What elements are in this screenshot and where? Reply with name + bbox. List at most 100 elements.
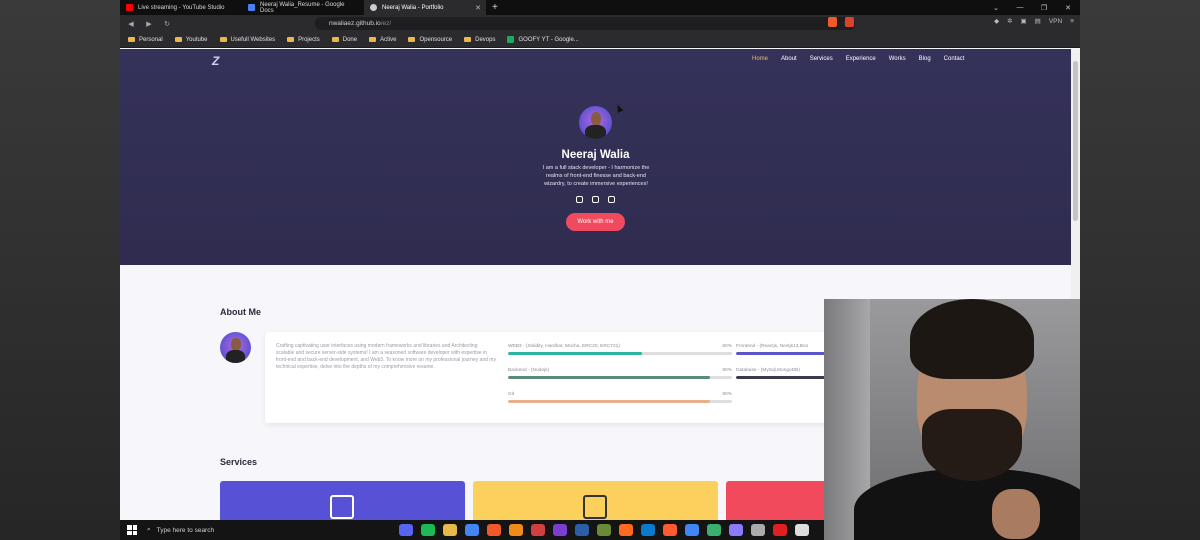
brave-shields-icon[interactable] <box>828 17 837 27</box>
app-icon[interactable] <box>531 524 545 536</box>
about-avatar <box>220 332 251 363</box>
url-field[interactable]: nwaliaez.github.io/ez/ ⇪ <box>315 17 855 30</box>
nav-about[interactable]: About <box>781 56 797 62</box>
bookmark-opensource[interactable]: Opensource <box>408 37 452 43</box>
folder-icon <box>174 37 182 42</box>
window-controls: ⌄ — ❐ ✕ <box>984 0 1080 15</box>
tab-label: Live streaming - YouTube Studio <box>138 4 225 11</box>
taskbar-search[interactable]: ⌕ Type here to search <box>147 526 367 534</box>
bookmark-label: Usefull Websites <box>230 36 276 43</box>
back-icon[interactable]: ◀ <box>126 20 136 28</box>
wallet-icon[interactable]: ▤ <box>1035 17 1041 25</box>
forward-icon[interactable]: ▶ <box>144 20 154 28</box>
tab-youtube-studio[interactable]: Live streaming - YouTube Studio <box>120 0 242 15</box>
nav-works[interactable]: Works <box>889 56 906 62</box>
skill-bar-fill <box>508 376 710 379</box>
search-icon: ⌕ <box>147 526 151 533</box>
bookmark-label: GOOFY YT - Google... <box>518 36 579 43</box>
premiere-icon[interactable] <box>553 524 567 536</box>
bookmark-active[interactable]: Active <box>369 37 396 43</box>
opera-icon[interactable] <box>773 524 787 536</box>
nav-home[interactable]: Home <box>752 56 768 62</box>
bookmark-youtube[interactable]: Youtube <box>174 36 208 43</box>
folder-icon <box>408 37 416 42</box>
scrollbar-thumb[interactable] <box>1073 61 1078 221</box>
work-with-me-button[interactable]: Work with me <box>566 213 625 231</box>
nav-blog[interactable]: Blog <box>919 56 931 62</box>
search-placeholder: Type here to search <box>156 526 215 534</box>
service-card[interactable] <box>220 481 465 520</box>
app-icon[interactable] <box>597 524 611 536</box>
url-path: /ez/ <box>380 20 392 27</box>
minimize-button[interactable]: — <box>1008 4 1032 11</box>
new-tab-button[interactable]: + <box>492 2 498 13</box>
bookmark-label: Done <box>342 36 358 43</box>
hero-avatar <box>579 106 612 139</box>
settings-icon[interactable]: ✲ <box>1007 17 1012 25</box>
bookmark-done[interactable]: Done <box>331 36 358 43</box>
bookmark-projects[interactable]: Projects <box>287 37 320 43</box>
nav-experience[interactable]: Experience <box>846 56 876 62</box>
brave-rewards-icon[interactable] <box>845 17 854 27</box>
bookmark-goofy-yt[interactable]: GOOFY YT - Google... <box>507 36 579 43</box>
site-logo[interactable]: Z <box>212 54 219 68</box>
skill-name: Backend - (Nodejs) <box>508 368 550 373</box>
vscode-icon[interactable] <box>641 524 655 536</box>
maximize-button[interactable]: ❐ <box>1032 4 1056 12</box>
reload-icon[interactable]: ↻ <box>162 20 172 28</box>
about-text: Crafting captivating user interfaces usi… <box>276 343 496 370</box>
youtube-icon <box>126 4 133 11</box>
bookmark-devops[interactable]: Devops <box>464 37 495 43</box>
folder-icon <box>128 37 135 42</box>
services-heading: Services <box>220 457 258 467</box>
bookmarks-bar: Personal Youtube Usefull Websites Projec… <box>120 32 1080 48</box>
toolbar-extensions: ◆ ✲ ▣ ▤ VPN ≡ <box>994 17 1074 26</box>
menu-icon[interactable]: ≡ <box>1070 18 1074 25</box>
vlc-icon[interactable] <box>509 524 523 536</box>
windows-start-icon[interactable] <box>127 525 137 535</box>
bookmark-personal[interactable]: Personal <box>128 37 163 43</box>
file-explorer-icon[interactable] <box>443 524 457 536</box>
nav-services[interactable]: Services <box>810 56 833 62</box>
bookmark-label: Youtube <box>185 36 208 43</box>
sidebar-icon[interactable]: ▣ <box>1021 17 1027 25</box>
folder-icon <box>219 37 227 42</box>
service-card[interactable] <box>473 481 718 520</box>
site-nav: Home About Services Experience Works Blo… <box>752 56 964 62</box>
skill-percent: 90% <box>722 392 732 397</box>
folder-icon <box>369 37 377 42</box>
tab-label: Neeraj Walia_Resume - Google Docs <box>260 1 345 14</box>
linkedin-icon[interactable] <box>592 196 599 203</box>
close-tab-icon[interactable]: ✕ <box>475 4 481 12</box>
skill-backend: Backend - (Nodejs) 90% <box>508 368 732 379</box>
chrome-icon[interactable] <box>465 524 479 536</box>
extension-icon[interactable]: ◆ <box>994 17 999 25</box>
bookmark-usefull-websites[interactable]: Usefull Websites <box>219 36 276 43</box>
skill-name: Git <box>508 392 515 397</box>
hero-section: Z Home About Services Experience Works B… <box>120 49 1071 265</box>
twitter-icon[interactable] <box>608 196 615 203</box>
app-icon[interactable] <box>663 524 677 536</box>
docs-icon <box>248 4 255 11</box>
spotify-icon[interactable] <box>421 524 435 536</box>
browser-icon <box>583 495 607 519</box>
obsidian-icon[interactable] <box>729 524 743 536</box>
brave-icon[interactable] <box>487 524 501 536</box>
bookmark-label: Personal <box>139 36 163 43</box>
app-icon[interactable] <box>751 524 765 536</box>
nav-contact[interactable]: Contact <box>944 56 965 62</box>
folder-icon <box>287 37 295 42</box>
discord-icon[interactable] <box>399 524 413 536</box>
photoshop-icon[interactable] <box>575 524 589 536</box>
github-icon[interactable] <box>576 196 583 203</box>
chevron-down-icon[interactable]: ⌄ <box>984 4 1008 12</box>
tab-portfolio[interactable]: Neeraj Walia - Portfolio ✕ <box>364 0 486 15</box>
firefox-icon[interactable] <box>619 524 633 536</box>
app-icon[interactable] <box>707 524 721 536</box>
vpn-badge[interactable]: VPN <box>1049 18 1062 25</box>
close-window-button[interactable]: ✕ <box>1056 4 1080 12</box>
settings-icon[interactable] <box>795 524 809 536</box>
bookmark-label: Projects <box>298 36 320 43</box>
tab-google-docs[interactable]: Neeraj Walia_Resume - Google Docs <box>242 0 364 15</box>
chrome-icon[interactable] <box>685 524 699 536</box>
